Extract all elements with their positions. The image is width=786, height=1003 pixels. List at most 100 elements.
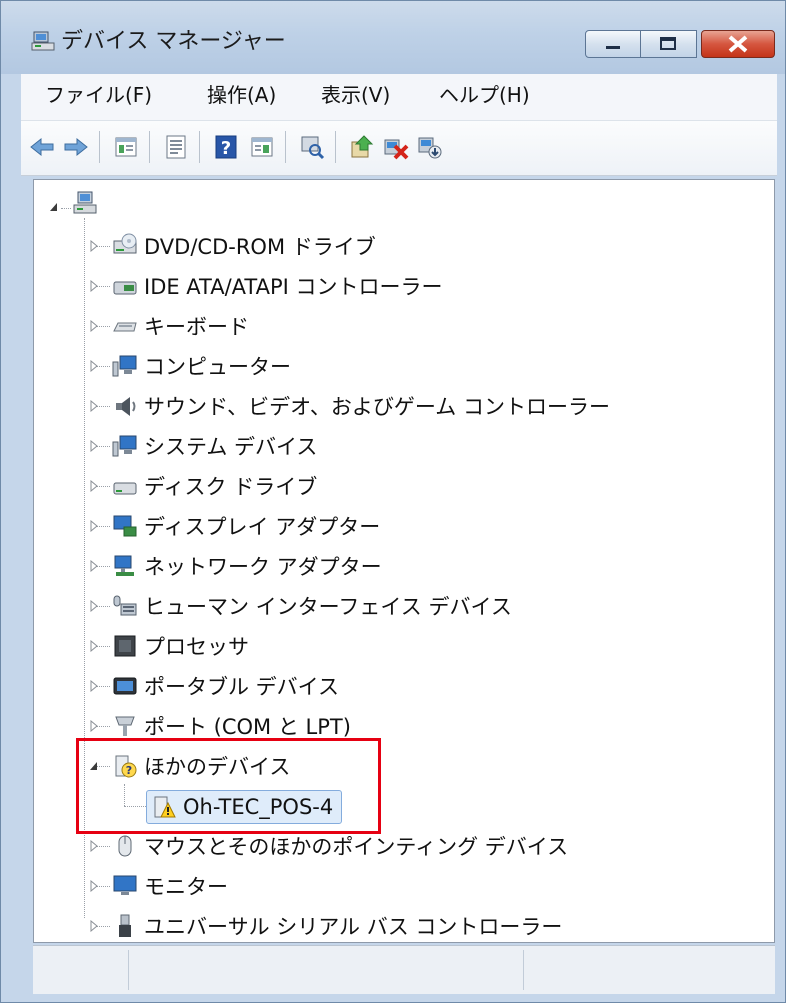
status-divider bbox=[523, 950, 524, 990]
expand-triangle-icon[interactable] bbox=[89, 840, 99, 852]
tree-item-label: ポート (COM と LPT) bbox=[144, 715, 351, 739]
tree-item-label: DVD/CD-ROM ドライブ bbox=[144, 235, 376, 259]
expand-triangle-icon[interactable] bbox=[89, 360, 99, 372]
tree-item-label: ヒューマン インターフェイス デバイス bbox=[144, 595, 512, 619]
expand-triangle-icon[interactable] bbox=[89, 320, 99, 332]
computer-root-icon[interactable] bbox=[72, 190, 98, 216]
menu-bar: ファイル(F) 操作(A) 表示(V) ヘルプ(H) bbox=[21, 74, 777, 121]
disk-drive-icon bbox=[113, 482, 137, 495]
scan-hardware-icon[interactable] bbox=[299, 134, 325, 160]
minimize-button[interactable] bbox=[585, 30, 641, 58]
expand-triangle-icon[interactable] bbox=[89, 440, 99, 452]
tree-category-item[interactable]: ネットワーク アダプター bbox=[112, 548, 382, 584]
tree-item-label: ユニバーサル シリアル バス コントローラー bbox=[144, 915, 563, 939]
uninstall-icon[interactable] bbox=[383, 134, 409, 160]
tree-category-item[interactable]: ディスク ドライブ bbox=[112, 468, 317, 504]
tree-category-item[interactable]: DVD/CD-ROM ドライブ bbox=[112, 228, 376, 264]
tree-category-item[interactable]: モニター bbox=[112, 868, 228, 904]
menu-action[interactable]: 操作(A) bbox=[207, 81, 276, 109]
toolbar-separator bbox=[285, 131, 286, 163]
device-manager-window: デバイス マネージャー ファイル(F) 操作(A) 表示(V) ヘルプ(H) ? bbox=[0, 0, 786, 1003]
status-divider bbox=[128, 950, 129, 990]
expand-triangle-icon[interactable] bbox=[89, 600, 99, 612]
back-arrow-icon[interactable] bbox=[29, 134, 55, 160]
tree-category-item[interactable]: ユニバーサル シリアル バス コントローラー bbox=[112, 908, 563, 942]
maximize-button[interactable] bbox=[641, 30, 697, 58]
help-icon[interactable]: ? bbox=[213, 134, 239, 160]
tree-category-item[interactable]: コンピューター bbox=[112, 348, 291, 384]
expand-triangle-icon[interactable] bbox=[89, 880, 99, 892]
close-button[interactable] bbox=[701, 30, 775, 58]
forward-arrow-icon[interactable] bbox=[63, 134, 89, 160]
keyboard-icon bbox=[113, 322, 137, 332]
port-icon bbox=[115, 716, 135, 736]
tree-item-label: コンピューター bbox=[144, 355, 291, 379]
collapse-triangle-icon[interactable] bbox=[49, 201, 59, 213]
hid-icon bbox=[113, 595, 137, 616]
dvd-drive-icon bbox=[113, 233, 137, 254]
speaker-icon bbox=[116, 397, 136, 416]
tree-item-label: ネットワーク アダプター bbox=[144, 555, 382, 579]
monitor-icon bbox=[113, 875, 137, 895]
status-bar bbox=[33, 945, 775, 994]
highlight-box bbox=[76, 738, 381, 834]
tree-category-item[interactable]: サウンド、ビデオ、およびゲーム コントローラー bbox=[112, 388, 610, 424]
display-adapter-icon bbox=[113, 515, 137, 537]
properties-icon[interactable] bbox=[113, 134, 139, 160]
tree-category-item[interactable]: システム デバイス bbox=[112, 428, 317, 464]
menu-help[interactable]: ヘルプ(H) bbox=[439, 81, 530, 109]
toolbar-separator bbox=[99, 131, 100, 163]
title-bar[interactable]: デバイス マネージャー bbox=[1, 1, 785, 74]
mouse-icon bbox=[118, 835, 132, 857]
portable-device-icon bbox=[113, 677, 137, 695]
tree-item-label: IDE ATA/ATAPI コントローラー bbox=[144, 275, 443, 299]
tree-category-item[interactable]: ヒューマン インターフェイス デバイス bbox=[112, 588, 512, 624]
toolbar-separator bbox=[335, 131, 336, 163]
expand-triangle-icon[interactable] bbox=[89, 480, 99, 492]
expand-triangle-icon[interactable] bbox=[89, 520, 99, 532]
tree-item-label: プロセッサ bbox=[144, 635, 249, 659]
close-icon bbox=[728, 35, 748, 53]
toolbar-separator bbox=[149, 131, 150, 163]
tree-item-label: ディスプレイ アダプター bbox=[144, 515, 381, 539]
device-manager-icon bbox=[31, 31, 55, 51]
details-icon[interactable] bbox=[163, 134, 189, 160]
tree-item-label: システム デバイス bbox=[144, 435, 318, 459]
toolbar-separator bbox=[199, 131, 200, 163]
window-title: デバイス マネージャー bbox=[61, 29, 286, 54]
expand-triangle-icon[interactable] bbox=[89, 560, 99, 572]
tree-category-item[interactable]: IDE ATA/ATAPI コントローラー bbox=[112, 268, 443, 304]
tree-item-label: キーボード bbox=[144, 315, 249, 339]
tree-category-item[interactable]: プロセッサ bbox=[112, 628, 249, 664]
menu-file[interactable]: ファイル(F) bbox=[45, 81, 152, 109]
expand-triangle-icon[interactable] bbox=[89, 920, 99, 932]
tree-item-label: マウスとそのほかのポインティング デバイス bbox=[144, 835, 569, 859]
tree-line bbox=[61, 208, 71, 210]
tree-item-label: ポータブル デバイス bbox=[144, 675, 340, 699]
update-driver-icon[interactable] bbox=[349, 134, 375, 160]
expand-triangle-icon[interactable] bbox=[89, 240, 99, 252]
view-icon[interactable] bbox=[249, 134, 275, 160]
computer-icon bbox=[112, 355, 137, 377]
minimize-icon bbox=[606, 46, 620, 49]
tree-item-label: サウンド、ビデオ、およびゲーム コントローラー bbox=[144, 395, 610, 419]
processor-icon bbox=[114, 635, 136, 657]
tree-category-item[interactable]: キーボード bbox=[112, 308, 249, 344]
expand-triangle-icon[interactable] bbox=[89, 640, 99, 652]
tree-item-label: ディスク ドライブ bbox=[144, 475, 318, 499]
network-adapter-icon bbox=[114, 555, 134, 576]
menu-view[interactable]: 表示(V) bbox=[321, 81, 390, 109]
system-device-icon bbox=[112, 435, 137, 457]
toolbar: ? bbox=[21, 121, 777, 176]
svg-text:?: ? bbox=[221, 138, 231, 159]
tree-category-item[interactable]: ディスプレイ アダプター bbox=[112, 508, 380, 544]
expand-triangle-icon[interactable] bbox=[89, 720, 99, 732]
disable-icon[interactable] bbox=[417, 134, 443, 160]
expand-triangle-icon[interactable] bbox=[89, 680, 99, 692]
tree-category-item[interactable]: ポータブル デバイス bbox=[112, 668, 339, 704]
expand-triangle-icon[interactable] bbox=[89, 280, 99, 292]
maximize-icon bbox=[660, 37, 676, 50]
ide-controller-icon bbox=[113, 281, 137, 295]
expand-triangle-icon[interactable] bbox=[89, 400, 99, 412]
usb-icon bbox=[119, 914, 131, 937]
